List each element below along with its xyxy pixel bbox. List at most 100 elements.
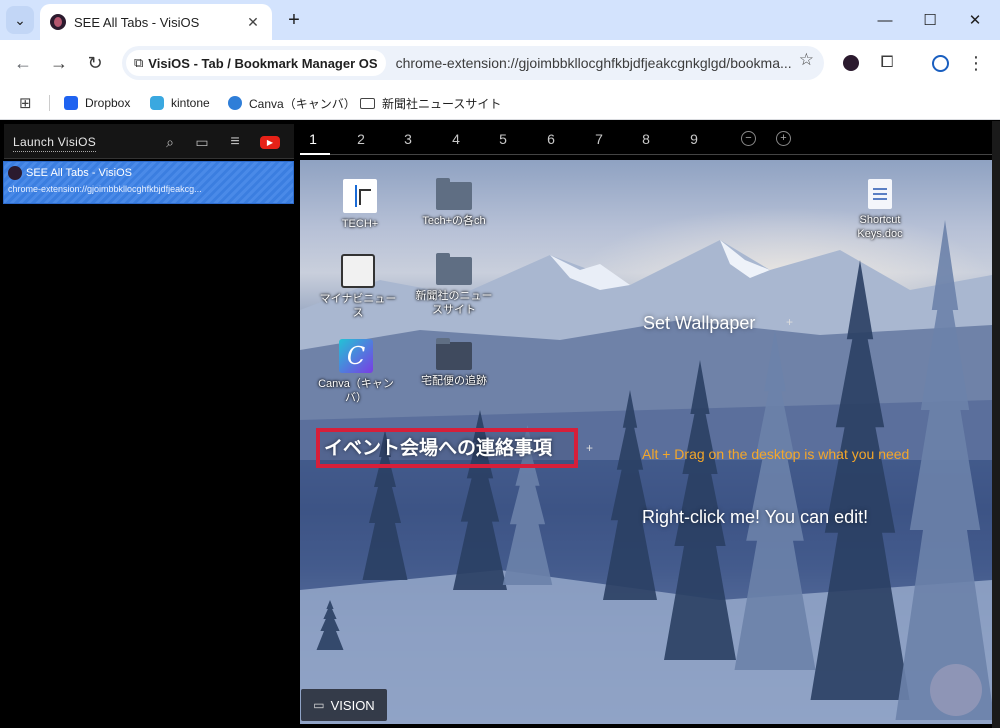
zoom-out-icon[interactable]: − (741, 131, 756, 146)
desktop-tab-5[interactable]: 5 (494, 131, 512, 147)
kintone-icon (150, 96, 164, 110)
bookmark-label: 新聞社ニュースサイト (382, 96, 502, 111)
window-minimize-button[interactable]: — (870, 8, 900, 32)
site-info-chip[interactable]: ⧉ VisiOS - Tab / Bookmark Manager OS (126, 50, 386, 76)
desktop-icon-techplus[interactable]: TECH+ (320, 179, 400, 231)
bookmarks-divider (49, 95, 50, 111)
more-vertical-icon: ⋮ (967, 52, 985, 73)
desktop-icon-label: 宅配便の追跡 (421, 375, 487, 387)
browser-tab-active[interactable]: SEE All Tabs - VisiOS ✕ (40, 4, 272, 40)
search-icon[interactable]: ⌕ (160, 133, 180, 151)
desktop-tab-4[interactable]: 4 (447, 131, 465, 147)
reload-icon: ↻ (87, 52, 103, 73)
sidebar-tab-item[interactable]: SEE All Tabs - VisiOS chrome-extension:/… (3, 161, 294, 204)
desktop-icon-newspaper-folder[interactable]: 新聞社のニュースサイト (414, 253, 494, 317)
canva-icon (228, 96, 242, 110)
visios-desktop[interactable]: TECH+ Tech+の各ch Shortcut Keys.doc マイナビニュ… (300, 160, 992, 724)
desktop-icon-label: Shortcut Keys.doc (857, 214, 903, 240)
desktop-tab-6[interactable]: 6 (542, 131, 560, 147)
chevron-down-icon: ⌄ (14, 11, 26, 28)
add-icon[interactable]: + (586, 441, 593, 455)
visios-extension-button[interactable] (839, 51, 863, 75)
bookmarks-bar: ⊞ Dropbox kintone Canva（キャンバ） 新聞社ニュースサイト (0, 86, 1000, 120)
folder-icon (436, 253, 472, 285)
bookmark-folder-newspaper[interactable]: 新聞社ニュースサイト (360, 93, 501, 113)
menu-icon[interactable]: ≡ (225, 133, 245, 151)
reload-button[interactable]: ↻ (81, 49, 109, 77)
bookmark-label: kintone (171, 96, 210, 110)
extensions-button[interactable]: ⧠ (875, 51, 899, 75)
site-info-label: VisiOS - Tab / Bookmark Manager OS (148, 55, 378, 71)
desktop-tab-7[interactable]: 7 (590, 131, 608, 147)
bookmark-star-icon[interactable]: ☆ (799, 50, 814, 70)
folder-icon[interactable]: ▭ (192, 133, 212, 151)
desktop-tab-2[interactable]: 2 (352, 131, 370, 147)
extension-page-icon: ⧉ (134, 55, 144, 70)
right-click-hint-text[interactable]: Right-click me! You can edit! (642, 507, 868, 528)
sidebar-tab-title: SEE All Tabs - VisiOS (26, 167, 132, 179)
browser-tab-title: SEE All Tabs - VisiOS (74, 14, 200, 30)
bookmark-dropbox[interactable]: Dropbox (64, 93, 130, 113)
address-bar[interactable]: ⧉ VisiOS - Tab / Bookmark Manager OS chr… (122, 46, 824, 80)
visios-extension-icon (843, 55, 859, 71)
youtube-icon[interactable]: ▶ (260, 136, 280, 149)
desktop-tabs-divider (302, 154, 992, 155)
visios-favicon-icon (8, 166, 22, 180)
document-icon (868, 179, 892, 209)
forward-button[interactable]: → (45, 49, 73, 77)
set-wallpaper-text[interactable]: Set Wallpaper (643, 313, 755, 334)
techplus-icon (343, 179, 377, 213)
apps-grid-button[interactable]: ⊞ (19, 93, 32, 113)
zoom-in-icon[interactable]: + (776, 131, 791, 146)
window-maximize-button[interactable]: ☐ (915, 8, 945, 32)
alt-drag-hint-text[interactable]: Alt + Drag on the desktop is what you ne… (642, 446, 909, 462)
bookmark-canva[interactable]: Canva（キャンバ） (228, 93, 356, 113)
folder-icon (436, 338, 472, 370)
vision-label: VISION (330, 697, 375, 713)
desktop-icon-mynavi[interactable]: マイナビニュース (318, 254, 398, 320)
vision-button[interactable]: ▭ VISION (301, 689, 387, 721)
address-url-text[interactable]: chrome-extension://gjoimbbkllocghfkbjdfj… (396, 55, 806, 71)
window-icon: ▭ (313, 698, 325, 712)
profile-button[interactable] (928, 51, 952, 75)
folder-icon (360, 97, 375, 109)
bookmark-label: Dropbox (85, 96, 131, 110)
visios-sidebar: Launch VisiOS ⌕ ▭ ≡ ▶ SEE All Tabs - Vis… (0, 121, 298, 728)
chrome-menu-button[interactable]: ⋮ (964, 51, 988, 75)
desktop-tab-3[interactable]: 3 (399, 131, 417, 147)
canva-icon: C (339, 339, 373, 373)
desktop-icon-label: マイナビニュース (319, 293, 397, 319)
launch-visios-link[interactable]: Launch VisiOS (13, 135, 97, 152)
arrow-left-icon: ← (14, 52, 32, 73)
tab-search-dropdown-button[interactable]: ⌄ (6, 6, 34, 34)
desktop-icon-label: Canva（キャンバ） (318, 378, 394, 404)
window-close-button[interactable]: ✕ (960, 8, 990, 32)
apps-grid-icon: ⊞ (19, 95, 32, 112)
mynavi-icon (341, 254, 375, 288)
bookmark-kintone[interactable]: kintone (150, 93, 210, 113)
desktop-tab-9[interactable]: 9 (685, 131, 703, 147)
desktop-tab-1[interactable]: 1 (304, 131, 322, 147)
desktop-tab-8[interactable]: 8 (637, 131, 655, 147)
new-tab-button[interactable]: + (280, 6, 308, 34)
page-scrollbar[interactable] (992, 121, 1000, 728)
desktop-icon-delivery-folder[interactable]: 宅配便の追跡 (414, 338, 494, 388)
desktop-icon-label: 新聞社のニュースサイト (415, 290, 493, 316)
tab-close-icon[interactable]: ✕ (244, 14, 262, 31)
desktop-icon-shortcut-doc[interactable]: Shortcut Keys.doc (840, 179, 920, 241)
desktop-icon-techplus-folder[interactable]: Tech+の各ch (414, 178, 494, 228)
browser-title-bar: ⌄ SEE All Tabs - VisiOS ✕ + — ☐ ✕ (0, 0, 1000, 40)
desktop-icon-canva[interactable]: C Canva（キャンバ） (316, 339, 396, 405)
back-button[interactable]: ← (9, 49, 37, 77)
arrow-right-icon: → (50, 52, 68, 73)
desktop-icon-label: Tech+の各ch (422, 215, 486, 227)
visios-logo-icon (930, 664, 982, 716)
desktop-tab-active-indicator (300, 153, 330, 155)
visios-favicon-icon (50, 14, 66, 30)
sidebar-tab-url: chrome-extension://gjoimbbkllocghfkbjdfj… (8, 184, 202, 194)
desktop-icon-label: TECH+ (341, 218, 379, 230)
dropbox-icon (64, 96, 78, 110)
add-icon[interactable]: + (786, 315, 793, 329)
desktop-note-text[interactable]: イベント会場への連絡事項 (324, 433, 552, 460)
profile-avatar-icon (931, 54, 949, 72)
